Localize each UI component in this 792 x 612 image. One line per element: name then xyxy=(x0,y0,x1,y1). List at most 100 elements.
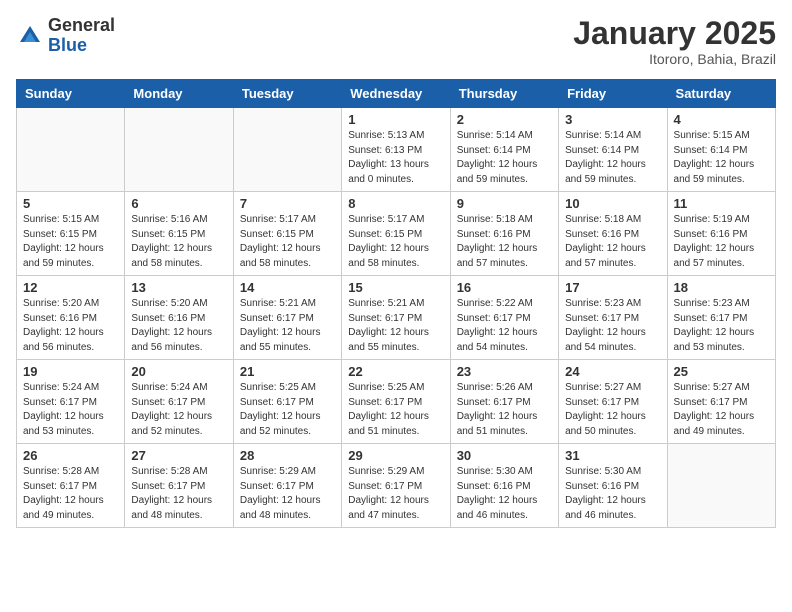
calendar-cell: 2 Sunrise: 5:14 AM Sunset: 6:14 PM Daylig… xyxy=(450,108,558,192)
weekday-header: Wednesday xyxy=(342,80,450,108)
weekday-header: Sunday xyxy=(17,80,125,108)
day-number: 30 xyxy=(457,448,552,463)
month-title: January 2025 xyxy=(573,16,776,51)
day-info: Sunrise: 5:27 AM Sunset: 6:17 PM Dayligh… xyxy=(674,381,769,439)
day-number: 1 xyxy=(348,112,443,127)
weekday-header: Friday xyxy=(559,80,667,108)
day-info: Sunrise: 5:13 AM Sunset: 6:13 PM Dayligh… xyxy=(348,129,443,187)
day-number: 16 xyxy=(457,280,552,295)
calendar-cell: 29 Sunrise: 5:29 AM Sunset: 6:17 PM Dayli… xyxy=(342,444,450,528)
day-info: Sunrise: 5:24 AM Sunset: 6:17 PM Dayligh… xyxy=(23,381,118,439)
calendar-cell: 25 Sunrise: 5:27 AM Sunset: 6:17 PM Dayli… xyxy=(667,360,775,444)
day-number: 14 xyxy=(240,280,335,295)
day-info: Sunrise: 5:29 AM Sunset: 6:17 PM Dayligh… xyxy=(240,465,335,523)
day-info: Sunrise: 5:29 AM Sunset: 6:17 PM Dayligh… xyxy=(348,465,443,523)
logo-text: General Blue xyxy=(48,16,115,56)
calendar-cell: 8 Sunrise: 5:17 AM Sunset: 6:15 PM Daylig… xyxy=(342,192,450,276)
day-number: 24 xyxy=(565,364,660,379)
day-info: Sunrise: 5:25 AM Sunset: 6:17 PM Dayligh… xyxy=(348,381,443,439)
calendar-cell: 27 Sunrise: 5:28 AM Sunset: 6:17 PM Dayli… xyxy=(125,444,233,528)
day-number: 25 xyxy=(674,364,769,379)
day-number: 18 xyxy=(674,280,769,295)
calendar-week-row: 12 Sunrise: 5:20 AM Sunset: 6:16 PM Dayli… xyxy=(17,276,776,360)
calendar-cell: 6 Sunrise: 5:16 AM Sunset: 6:15 PM Daylig… xyxy=(125,192,233,276)
calendar-cell: 31Sunrise: 5:30 AM Sunset: 6:16 PM Dayli… xyxy=(559,444,667,528)
day-number: 23 xyxy=(457,364,552,379)
calendar-cell xyxy=(17,108,125,192)
day-number: 10 xyxy=(565,196,660,211)
day-number: 28 xyxy=(240,448,335,463)
day-info: Sunrise: 5:19 AM Sunset: 6:16 PM Dayligh… xyxy=(674,213,769,271)
day-info: Sunrise: 5:22 AM Sunset: 6:17 PM Dayligh… xyxy=(457,297,552,355)
day-number: 6 xyxy=(131,196,226,211)
day-info: Sunrise: 5:26 AM Sunset: 6:17 PM Dayligh… xyxy=(457,381,552,439)
day-number: 5 xyxy=(23,196,118,211)
calendar-cell: 9Sunrise: 5:18 AM Sunset: 6:16 PM Daylig… xyxy=(450,192,558,276)
weekday-header: Monday xyxy=(125,80,233,108)
weekday-header: Thursday xyxy=(450,80,558,108)
day-number: 12 xyxy=(23,280,118,295)
weekday-header: Tuesday xyxy=(233,80,341,108)
calendar-cell: 5Sunrise: 5:15 AM Sunset: 6:15 PM Daylig… xyxy=(17,192,125,276)
logo: General Blue xyxy=(16,16,115,56)
title-block: January 2025 Itororo, Bahia, Brazil xyxy=(573,16,776,67)
logo-blue: Blue xyxy=(48,35,87,55)
day-info: Sunrise: 5:20 AM Sunset: 6:16 PM Dayligh… xyxy=(23,297,118,355)
day-number: 29 xyxy=(348,448,443,463)
day-info: Sunrise: 5:25 AM Sunset: 6:17 PM Dayligh… xyxy=(240,381,335,439)
logo-general: General xyxy=(48,15,115,35)
day-number: 22 xyxy=(348,364,443,379)
calendar-week-row: 1 Sunrise: 5:13 AM Sunset: 6:13 PM Daylig… xyxy=(17,108,776,192)
day-info: Sunrise: 5:28 AM Sunset: 6:17 PM Dayligh… xyxy=(23,465,118,523)
calendar-cell: 17Sunrise: 5:23 AM Sunset: 6:17 PM Dayli… xyxy=(559,276,667,360)
day-info: Sunrise: 5:30 AM Sunset: 6:16 PM Dayligh… xyxy=(565,465,660,523)
location: Itororo, Bahia, Brazil xyxy=(573,51,776,67)
calendar-cell xyxy=(125,108,233,192)
logo-icon xyxy=(16,22,44,50)
day-info: Sunrise: 5:21 AM Sunset: 6:17 PM Dayligh… xyxy=(240,297,335,355)
day-number: 20 xyxy=(131,364,226,379)
day-number: 19 xyxy=(23,364,118,379)
page-header: General Blue January 2025 Itororo, Bahia… xyxy=(16,16,776,67)
day-info: Sunrise: 5:17 AM Sunset: 6:15 PM Dayligh… xyxy=(348,213,443,271)
day-info: Sunrise: 5:21 AM Sunset: 6:17 PM Dayligh… xyxy=(348,297,443,355)
day-number: 21 xyxy=(240,364,335,379)
day-number: 2 xyxy=(457,112,552,127)
day-number: 17 xyxy=(565,280,660,295)
calendar-cell: 18 Sunrise: 5:23 AM Sunset: 6:17 PM Dayli… xyxy=(667,276,775,360)
calendar-cell: 24Sunrise: 5:27 AM Sunset: 6:17 PM Dayli… xyxy=(559,360,667,444)
calendar-week-row: 19 Sunrise: 5:24 AM Sunset: 6:17 PM Dayli… xyxy=(17,360,776,444)
calendar-cell: 11 Sunrise: 5:19 AM Sunset: 6:16 PM Dayli… xyxy=(667,192,775,276)
day-info: Sunrise: 5:16 AM Sunset: 6:15 PM Dayligh… xyxy=(131,213,226,271)
day-number: 13 xyxy=(131,280,226,295)
day-info: Sunrise: 5:18 AM Sunset: 6:16 PM Dayligh… xyxy=(457,213,552,271)
day-number: 11 xyxy=(674,196,769,211)
day-info: Sunrise: 5:15 AM Sunset: 6:14 PM Dayligh… xyxy=(674,129,769,187)
day-info: Sunrise: 5:28 AM Sunset: 6:17 PM Dayligh… xyxy=(131,465,226,523)
calendar-cell: 20 Sunrise: 5:24 AM Sunset: 6:17 PM Dayli… xyxy=(125,360,233,444)
calendar-cell: 10 Sunrise: 5:18 AM Sunset: 6:16 PM Dayli… xyxy=(559,192,667,276)
calendar-table: SundayMondayTuesdayWednesdayThursdayFrid… xyxy=(16,79,776,528)
day-number: 27 xyxy=(131,448,226,463)
day-info: Sunrise: 5:14 AM Sunset: 6:14 PM Dayligh… xyxy=(457,129,552,187)
calendar-cell: 13 Sunrise: 5:20 AM Sunset: 6:16 PM Dayli… xyxy=(125,276,233,360)
calendar-cell: 12 Sunrise: 5:20 AM Sunset: 6:16 PM Dayli… xyxy=(17,276,125,360)
calendar-cell: 16 Sunrise: 5:22 AM Sunset: 6:17 PM Dayli… xyxy=(450,276,558,360)
calendar-cell: 15 Sunrise: 5:21 AM Sunset: 6:17 PM Dayli… xyxy=(342,276,450,360)
calendar-week-row: 5Sunrise: 5:15 AM Sunset: 6:15 PM Daylig… xyxy=(17,192,776,276)
weekday-header-row: SundayMondayTuesdayWednesdayThursdayFrid… xyxy=(17,80,776,108)
calendar-cell: 23 Sunrise: 5:26 AM Sunset: 6:17 PM Dayli… xyxy=(450,360,558,444)
day-number: 15 xyxy=(348,280,443,295)
calendar-cell: 19 Sunrise: 5:24 AM Sunset: 6:17 PM Dayli… xyxy=(17,360,125,444)
day-number: 7 xyxy=(240,196,335,211)
day-info: Sunrise: 5:20 AM Sunset: 6:16 PM Dayligh… xyxy=(131,297,226,355)
calendar-cell: 14 Sunrise: 5:21 AM Sunset: 6:17 PM Dayli… xyxy=(233,276,341,360)
day-info: Sunrise: 5:18 AM Sunset: 6:16 PM Dayligh… xyxy=(565,213,660,271)
calendar-cell: 28 Sunrise: 5:29 AM Sunset: 6:17 PM Dayli… xyxy=(233,444,341,528)
weekday-header: Saturday xyxy=(667,80,775,108)
day-number: 8 xyxy=(348,196,443,211)
day-number: 3 xyxy=(565,112,660,127)
day-info: Sunrise: 5:23 AM Sunset: 6:17 PM Dayligh… xyxy=(674,297,769,355)
calendar-cell xyxy=(667,444,775,528)
day-info: Sunrise: 5:24 AM Sunset: 6:17 PM Dayligh… xyxy=(131,381,226,439)
